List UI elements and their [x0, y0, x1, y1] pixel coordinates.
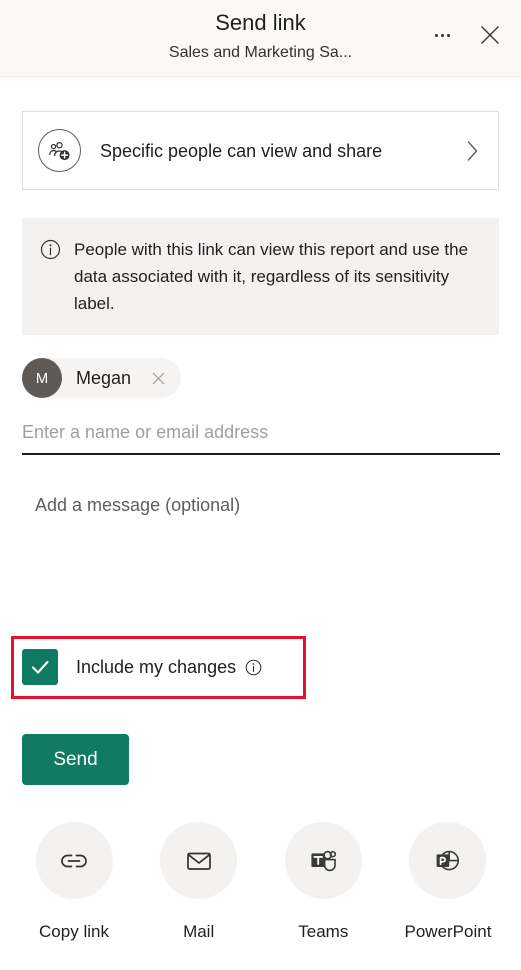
- remove-recipient-button[interactable]: [145, 365, 171, 391]
- mail-icon: [160, 822, 238, 899]
- link-icon: [35, 822, 113, 899]
- recipient-name: Megan: [76, 368, 132, 388]
- recipients-area: M Megan: [22, 358, 500, 455]
- share-target-label: Copy link: [39, 922, 109, 941]
- include-my-changes-checkbox[interactable]: [22, 649, 58, 685]
- more-options-button[interactable]: [425, 18, 459, 52]
- share-target-label: Teams: [298, 922, 349, 941]
- avatar: M: [22, 358, 62, 398]
- share-target-copy-link[interactable]: Copy link: [22, 822, 126, 943]
- info-banner-text: People with this link can view this repo…: [74, 240, 469, 313]
- share-target-label: PowerPoint: [404, 922, 492, 941]
- share-target-powerpoint[interactable]: PowerPoint: [396, 822, 500, 943]
- include-my-changes-row[interactable]: Include my changes: [22, 649, 262, 685]
- close-icon: [481, 26, 499, 44]
- teams-icon: [284, 822, 362, 899]
- close-icon: [152, 372, 164, 384]
- ellipsis-icon: [434, 33, 450, 37]
- share-targets: Copy link Mail Teams PowerPoint: [22, 822, 500, 943]
- share-target-mail[interactable]: Mail: [147, 822, 251, 943]
- recipient-chip[interactable]: M Megan: [22, 358, 182, 398]
- info-circle-icon: [40, 239, 61, 317]
- powerpoint-icon: [409, 822, 487, 899]
- include-my-changes-info-button[interactable]: [245, 659, 262, 676]
- send-button[interactable]: Send: [22, 734, 129, 785]
- link-settings-label: Specific people can view and share: [100, 140, 383, 161]
- dialog-header: Send link Sales and Marketing Sa...: [0, 0, 521, 77]
- recipient-input[interactable]: [22, 411, 500, 455]
- people-add-icon: [38, 129, 81, 172]
- share-target-teams[interactable]: Teams: [271, 822, 375, 943]
- chevron-right-icon: [465, 140, 480, 162]
- info-banner: People with this link can view this repo…: [22, 218, 499, 335]
- include-my-changes-label: Include my changes: [76, 657, 237, 677]
- share-target-label: Mail: [183, 922, 215, 941]
- link-settings-button[interactable]: Specific people can view and share: [22, 111, 499, 190]
- checkmark-icon: [31, 660, 49, 674]
- header-actions: [425, 18, 507, 52]
- message-input[interactable]: [35, 492, 495, 582]
- info-circle-icon: [245, 659, 262, 675]
- close-button[interactable]: [473, 18, 507, 52]
